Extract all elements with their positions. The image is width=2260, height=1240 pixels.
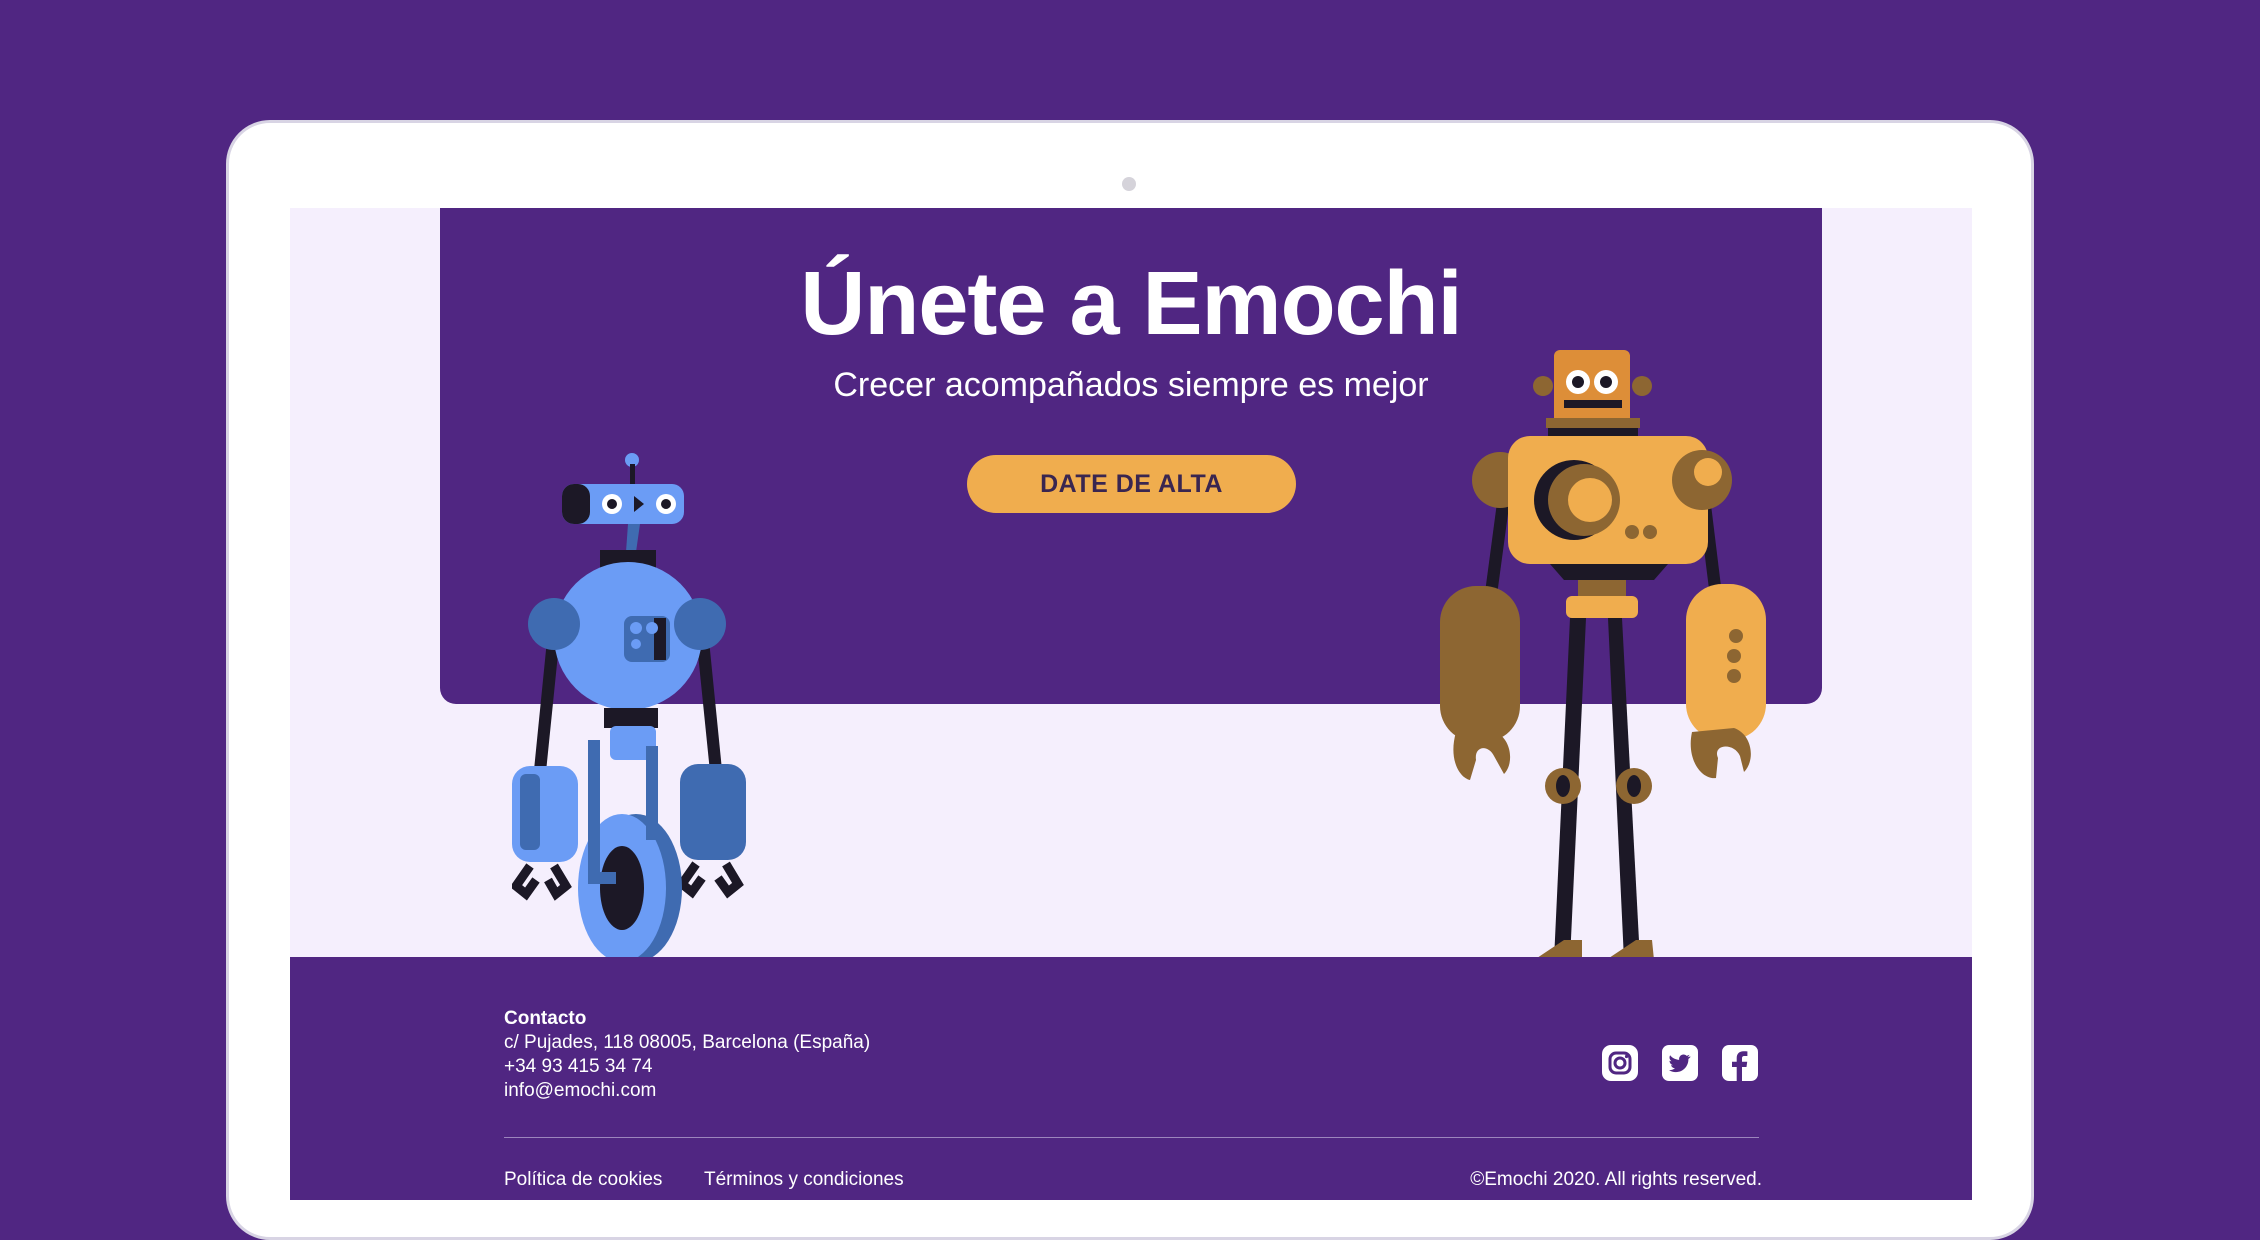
contact-address: c/ Pujades, 118 08005, Barcelona (España… [504, 1032, 871, 1053]
terms-link[interactable]: Términos y condiciones [704, 1169, 904, 1191]
orange-robot-illustration [1440, 350, 1766, 960]
twitter-icon[interactable] [1662, 1045, 1698, 1081]
copyright-text: ©Emochi 2020. All rights reserved. [1470, 1169, 1762, 1190]
contact-heading: Contacto [504, 1008, 587, 1029]
site-footer: Contacto c/ Pujades, 118 08005, Barcelon… [290, 957, 1972, 1200]
contact-block: Contacto c/ Pujades, 118 08005, Barcelon… [504, 1007, 870, 1103]
signup-button[interactable]: DATE DE ALTA [967, 455, 1296, 513]
cookies-policy-link[interactable]: Política de cookies [504, 1169, 662, 1191]
website-screen: Únete a Emochi Crecer acompañados siempr… [290, 208, 1972, 1200]
footer-divider [504, 1137, 1759, 1138]
contact-email[interactable]: info@emochi.com [504, 1079, 870, 1103]
social-links [1602, 1045, 1758, 1081]
contact-phone[interactable]: +34 93 415 34 74 [504, 1055, 870, 1079]
instagram-icon[interactable] [1602, 1045, 1638, 1081]
facebook-icon[interactable] [1722, 1045, 1758, 1081]
blue-robot-illustration [512, 453, 746, 960]
webcam-dot [1122, 177, 1136, 191]
